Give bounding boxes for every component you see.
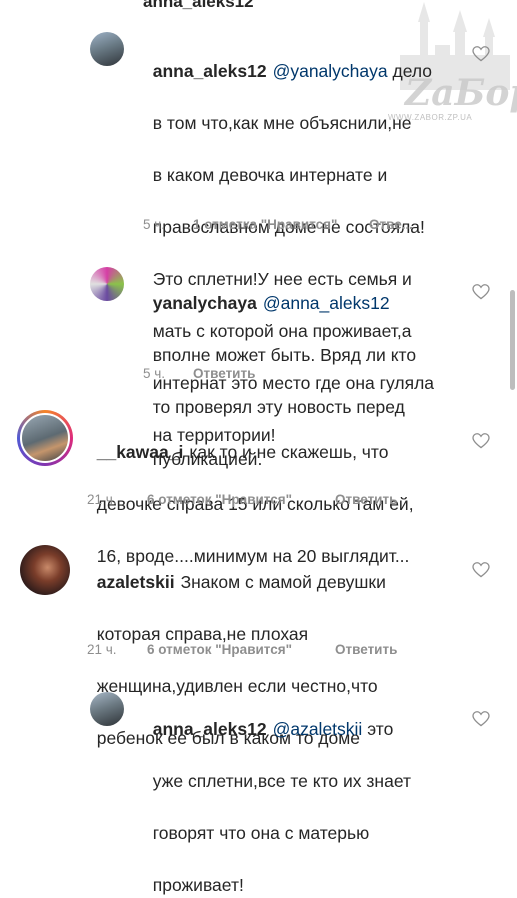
reply-button[interactable]: Ответить [193,366,255,381]
comment-meta: 5 ч. 1 отметка "Нравится" Отве... [143,217,413,232]
scrollbar[interactable] [510,290,515,390]
comment-username[interactable]: anna_aleks12 [153,61,267,81]
mention-link[interactable]: @azaletskii [273,719,363,739]
avatar[interactable] [90,32,124,66]
comment-meta: 21 ч. 6 отметок "Нравится" Ответить [87,642,397,657]
comment-line: в том что,как мне объяснили,не [152,113,412,133]
mention-link[interactable]: @anna_aleks12 [263,293,390,313]
comment-time: 21 ч. [87,492,117,507]
comment-username[interactable]: azaletskii [97,572,175,592]
avatar[interactable] [20,545,70,595]
comment-username[interactable]: __kawaa_i [97,442,184,462]
likes-count[interactable]: 1 отметка "Нравится" [193,217,369,232]
likes-count[interactable]: 6 отметок "Нравится" [147,492,335,507]
heart-icon[interactable] [472,711,490,727]
heart-icon[interactable] [472,562,490,578]
comment-line: которая справа,не плохая [96,624,309,644]
comment-text: anna_aleks12 @azaletskii это уже сплетни,… [143,690,473,898]
likes-count[interactable]: 6 отметок "Нравится" [147,642,335,657]
reply-button[interactable]: Отве... [369,217,413,232]
comment-meta: 21 ч. 6 отметок "Нравится" Ответить [87,492,397,507]
comment-line: уже сплетни,все те кто их знает [152,771,411,791]
heart-icon[interactable] [472,46,490,62]
comment-time: 21 ч. [87,642,117,657]
comment-line: дело [392,61,433,81]
reply-button[interactable]: Ответить [335,642,397,657]
avatar[interactable] [20,413,70,463]
heart-icon[interactable] [472,433,490,449]
comment-username[interactable]: yanalychaya [153,293,257,313]
reply-button[interactable]: Ответить [335,492,397,507]
comment-line: вполне может быть. Вряд ли кто [152,345,417,365]
heart-icon[interactable] [472,284,490,300]
comment-time: 5 ч. [143,217,166,232]
avatar[interactable] [90,267,124,301]
comment-meta: 5 ч. Ответить [143,366,255,381]
mention-link[interactable]: @yanalychaya [273,61,388,81]
comment-username[interactable]: anna_aleks12 [153,719,267,739]
comment-username[interactable]: anna_aleks12 [143,0,254,12]
avatar[interactable] [90,692,124,726]
comment-line: как то и не скажешь, что [189,442,389,462]
comment-line: говорят что она с матерью [152,823,370,843]
comment-line: в каком девочка интернате и [152,165,388,185]
comment-time: 5 ч. [143,366,166,381]
comment-line: проживает! [152,875,244,895]
comment-line: Знаком с мамой девушки [180,572,386,592]
comment-line: это [367,719,394,739]
